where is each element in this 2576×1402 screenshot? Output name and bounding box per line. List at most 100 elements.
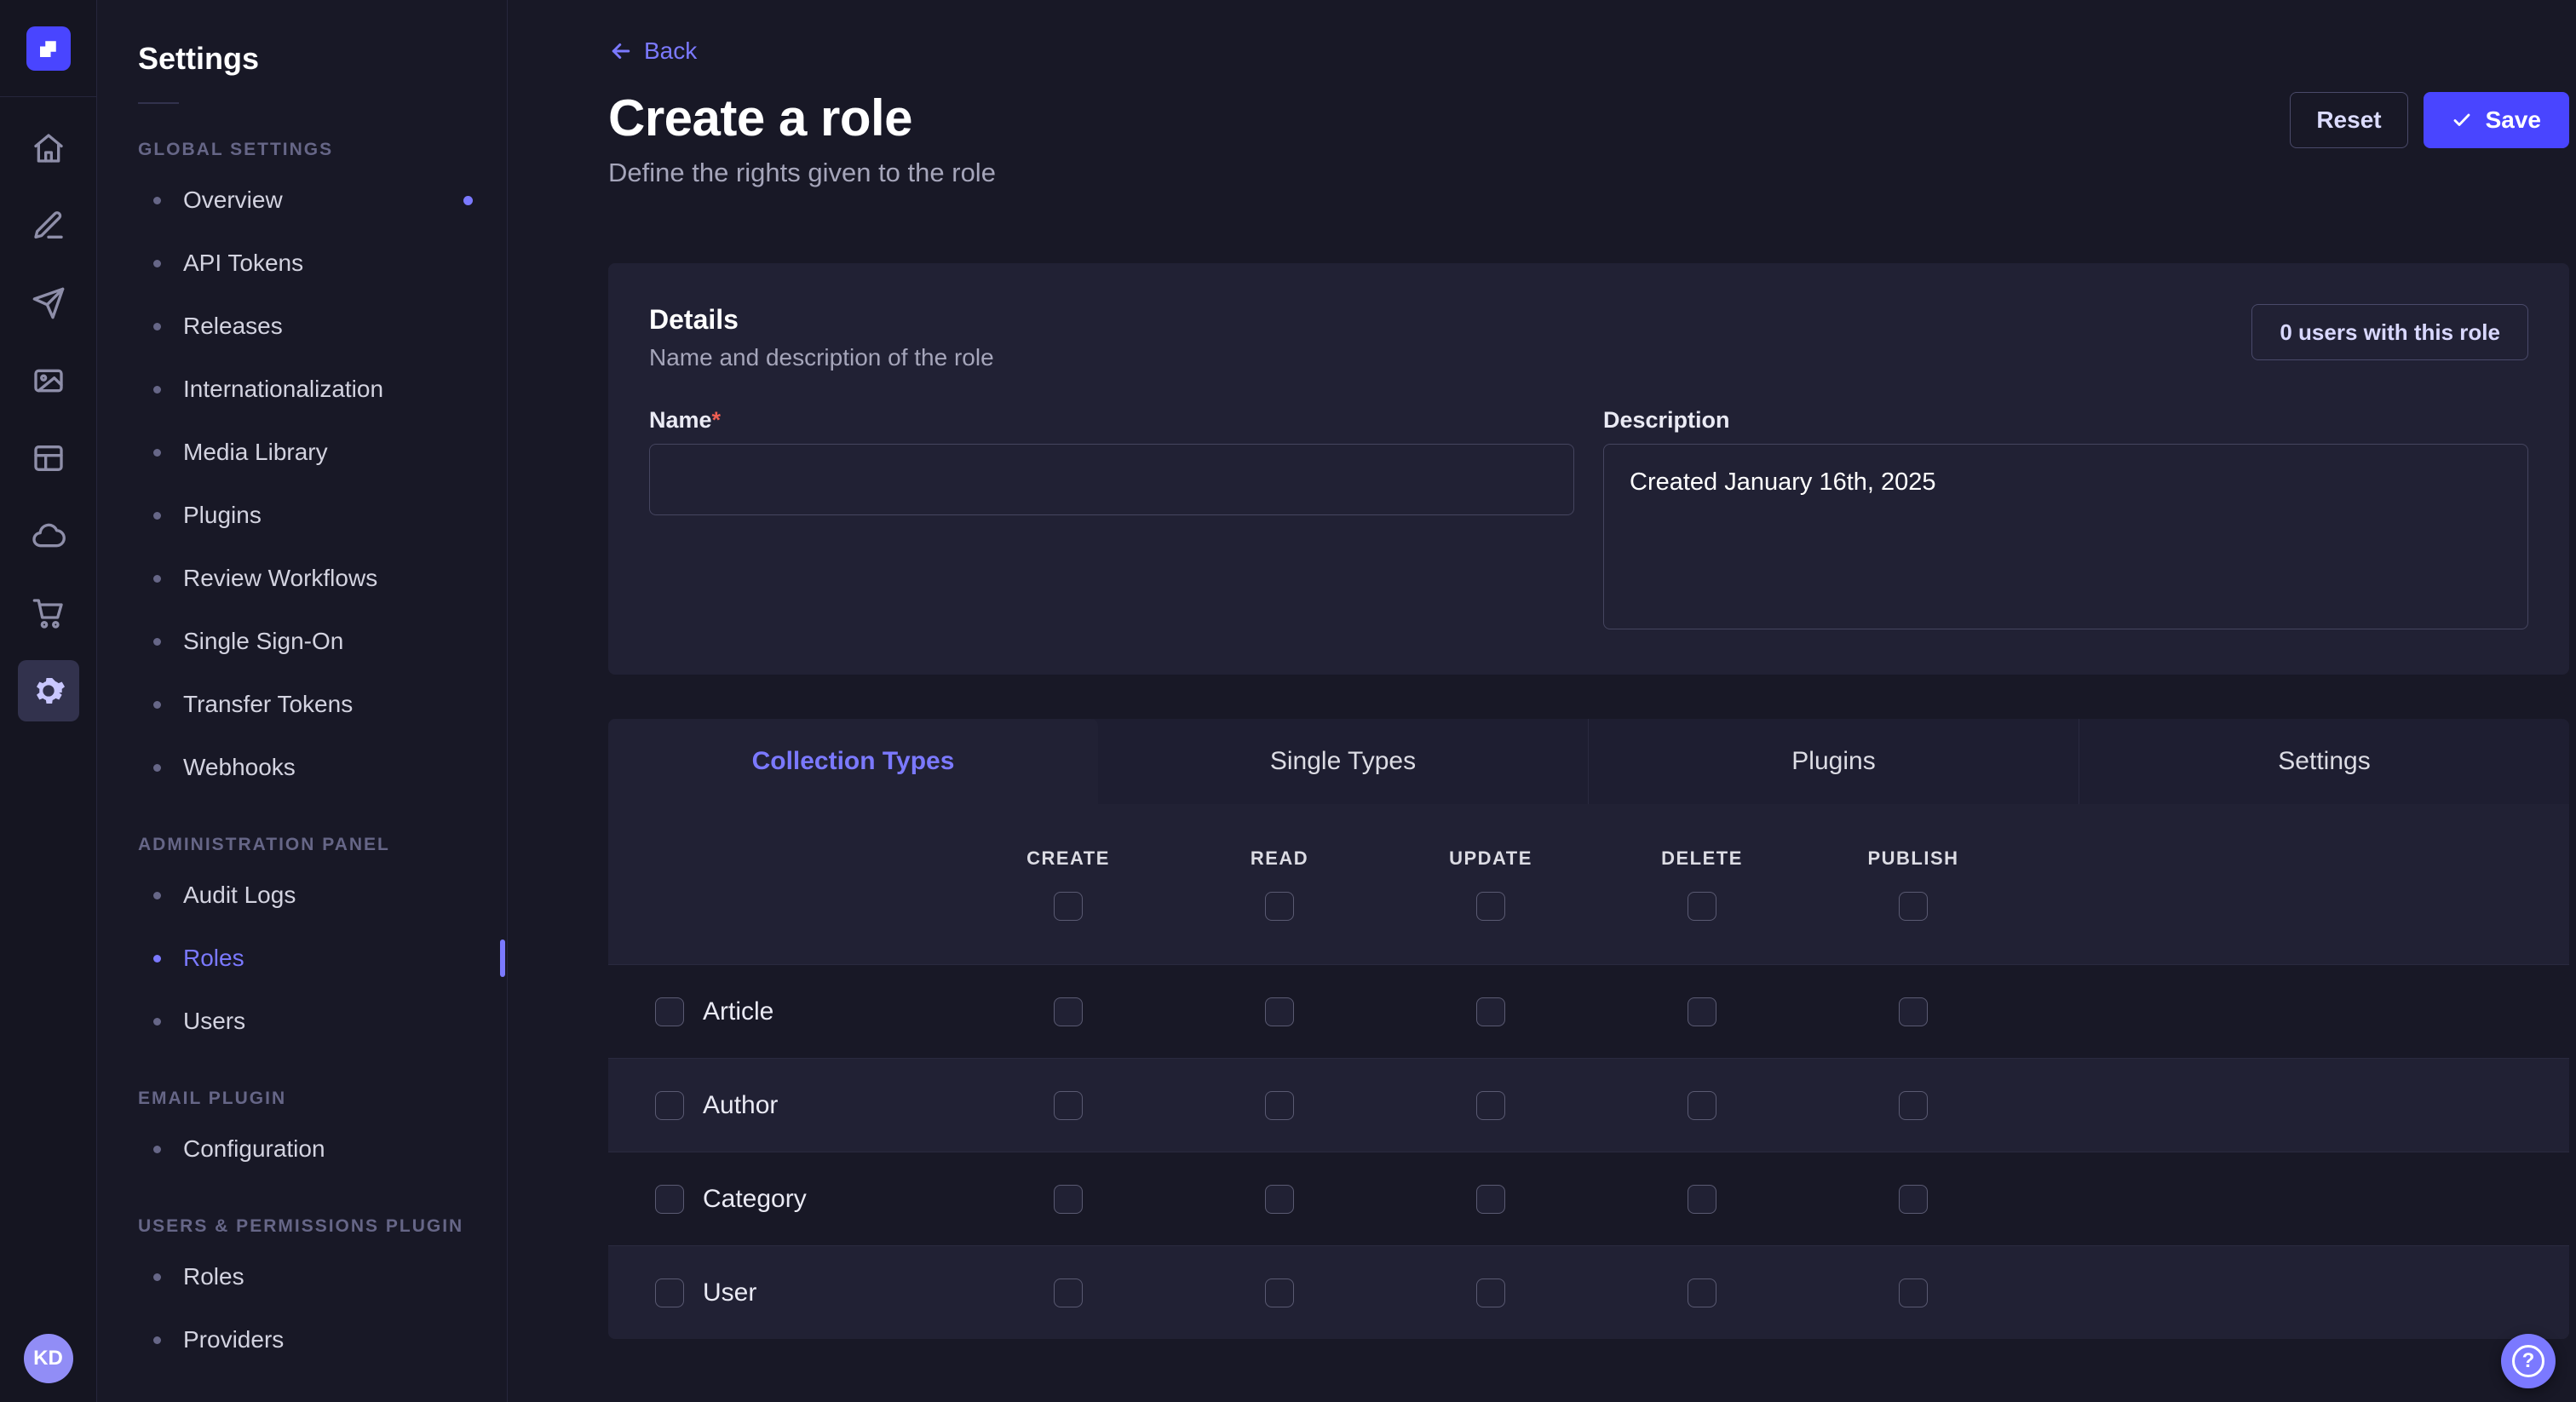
cell [963, 1091, 1174, 1120]
media-library-icon[interactable] [18, 350, 79, 411]
row-label: Article [703, 997, 773, 1026]
sidebar-item-users[interactable]: Users [97, 990, 507, 1053]
sidebar-item-up-roles[interactable]: Roles [97, 1245, 507, 1308]
cell [963, 1185, 1174, 1214]
active-indicator [500, 939, 505, 977]
select-all-delete-checkbox[interactable] [1688, 892, 1716, 921]
sidebar-item-label: Single Sign-On [183, 628, 343, 655]
tab-collection-types[interactable]: Collection Types [608, 719, 1098, 804]
role-description-textarea[interactable]: Created January 16th, 2025 [1603, 444, 2528, 629]
category-update-checkbox[interactable] [1476, 1185, 1505, 1214]
author-row-checkbox[interactable] [655, 1091, 684, 1120]
main-nav-rail: KD [0, 0, 97, 1402]
permissions-tabs: Collection Types Single Types Plugins Se… [608, 719, 2569, 804]
permissions-table-header: CREATE READ UPDATE DELETE [608, 804, 2569, 964]
permission-row-category: Category [608, 1152, 2569, 1245]
select-all-publish-checkbox[interactable] [1899, 892, 1928, 921]
sidebar-item-roles[interactable]: Roles [97, 927, 507, 990]
sidebar-item-plugins[interactable]: Plugins [97, 484, 507, 547]
page-titles: Create a role Define the rights given to… [608, 89, 996, 188]
bullet-icon [153, 512, 161, 520]
sidebar-item-internationalization[interactable]: Internationalization [97, 358, 507, 421]
article-update-checkbox[interactable] [1476, 997, 1505, 1026]
bullet-icon [153, 955, 161, 962]
select-all-create-checkbox[interactable] [1054, 892, 1083, 921]
tab-plugins[interactable]: Plugins [1588, 719, 2079, 804]
details-card: Details Name and description of the role… [608, 263, 2569, 675]
sidebar-item-overview[interactable]: Overview [97, 169, 507, 232]
column-header-create: CREATE [1026, 848, 1110, 870]
sidebar-item-review-workflows[interactable]: Review Workflows [97, 547, 507, 610]
sidebar-item-label: Review Workflows [183, 565, 377, 592]
arrow-left-icon [608, 38, 634, 64]
article-publish-checkbox[interactable] [1899, 997, 1928, 1026]
cell [1385, 1278, 1596, 1307]
sidebar-item-label: Releases [183, 313, 283, 340]
author-update-checkbox[interactable] [1476, 1091, 1505, 1120]
role-name-input[interactable] [649, 444, 1574, 515]
author-read-checkbox[interactable] [1265, 1091, 1294, 1120]
user-read-checkbox[interactable] [1265, 1278, 1294, 1307]
column-header-publish: PUBLISH [1867, 848, 1958, 870]
sidebar-item-configuration[interactable]: Configuration [97, 1118, 507, 1181]
user-delete-checkbox[interactable] [1688, 1278, 1716, 1307]
category-publish-checkbox[interactable] [1899, 1185, 1928, 1214]
help-button[interactable]: ? [2501, 1334, 2556, 1388]
user-create-checkbox[interactable] [1054, 1278, 1083, 1307]
row-head: Category [608, 1185, 963, 1214]
settings-icon[interactable] [18, 660, 79, 721]
user-publish-checkbox[interactable] [1899, 1278, 1928, 1307]
select-all-read-checkbox[interactable] [1265, 892, 1294, 921]
strapi-logo[interactable] [26, 26, 71, 71]
reset-button[interactable]: Reset [2290, 92, 2407, 148]
back-link[interactable]: Back [608, 34, 697, 68]
sidebar-title-divider [138, 102, 179, 104]
user-update-checkbox[interactable] [1476, 1278, 1505, 1307]
cloud-icon[interactable] [18, 505, 79, 566]
back-label: Back [644, 37, 697, 65]
cell [1174, 997, 1385, 1026]
permission-row-user: User [608, 1245, 2569, 1339]
author-publish-checkbox[interactable] [1899, 1091, 1928, 1120]
sidebar-item-audit-logs[interactable]: Audit Logs [97, 864, 507, 927]
sidebar-item-releases[interactable]: Releases [97, 295, 507, 358]
save-button[interactable]: Save [2424, 92, 2569, 148]
deploy-icon[interactable] [18, 273, 79, 334]
author-delete-checkbox[interactable] [1688, 1091, 1716, 1120]
article-delete-checkbox[interactable] [1688, 997, 1716, 1026]
tab-settings[interactable]: Settings [2079, 719, 2569, 804]
category-delete-checkbox[interactable] [1688, 1185, 1716, 1214]
header-actions: Reset Save [2290, 92, 2569, 148]
sidebar-item-label: Overview [183, 187, 283, 214]
sidebar-item-providers[interactable]: Providers [97, 1308, 507, 1371]
marketplace-icon[interactable] [18, 583, 79, 644]
article-read-checkbox[interactable] [1265, 997, 1294, 1026]
category-row-checkbox[interactable] [655, 1185, 684, 1214]
name-field-group: Name* [649, 407, 1574, 634]
content-manager-icon[interactable] [18, 428, 79, 489]
category-read-checkbox[interactable] [1265, 1185, 1294, 1214]
user-avatar[interactable]: KD [24, 1334, 73, 1383]
home-icon[interactable] [18, 118, 79, 179]
sidebar-item-transfer-tokens[interactable]: Transfer Tokens [97, 673, 507, 736]
column-header-update: UPDATE [1449, 848, 1532, 870]
users-with-role-button[interactable]: 0 users with this role [2251, 304, 2528, 360]
article-row-checkbox[interactable] [655, 997, 684, 1026]
category-create-checkbox[interactable] [1054, 1185, 1083, 1214]
name-label-text: Name [649, 407, 712, 433]
sidebar-item-single-sign-on[interactable]: Single Sign-On [97, 610, 507, 673]
tab-single-types[interactable]: Single Types [1098, 719, 1588, 804]
author-create-checkbox[interactable] [1054, 1091, 1083, 1120]
cell [1385, 1091, 1596, 1120]
content-type-builder-icon[interactable] [18, 195, 79, 256]
sidebar-item-label: Plugins [183, 502, 262, 529]
sidebar-item-api-tokens[interactable]: API Tokens [97, 232, 507, 295]
select-all-update-checkbox[interactable] [1476, 892, 1505, 921]
sidebar-item-media-library[interactable]: Media Library [97, 421, 507, 484]
bullet-icon [153, 1336, 161, 1344]
user-row-checkbox[interactable] [655, 1278, 684, 1307]
sidebar-item-webhooks[interactable]: Webhooks [97, 736, 507, 799]
column-create: CREATE [963, 848, 1174, 921]
article-create-checkbox[interactable] [1054, 997, 1083, 1026]
cell [963, 997, 1174, 1026]
